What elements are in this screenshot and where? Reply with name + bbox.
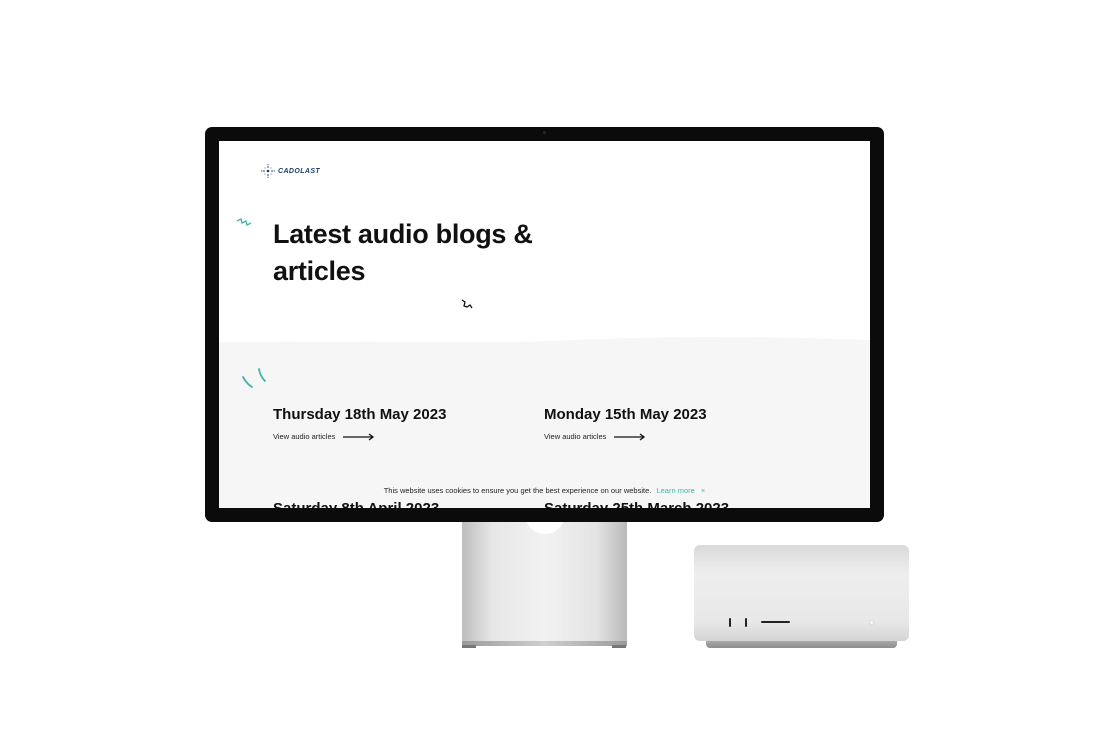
power-led-icon xyxy=(870,621,873,624)
logo-text: CADOLAST xyxy=(278,167,321,175)
cookie-banner: This website uses cookies to ensure you … xyxy=(219,486,870,495)
link-label: View audio articles xyxy=(544,432,607,441)
site-logo[interactable]: CADOLAST xyxy=(261,164,320,178)
mac-studio xyxy=(694,545,909,641)
article-date[interactable]: Saturday 25th March 2023 xyxy=(544,500,729,508)
article-date: Monday 15th May 2023 xyxy=(544,406,707,423)
arrow-right-icon xyxy=(343,432,375,441)
logo-mark-icon xyxy=(261,164,275,178)
usb-c-port-icon xyxy=(729,618,731,627)
squiggle-decoration-icon xyxy=(236,218,252,226)
arrow-right-icon xyxy=(614,432,646,441)
close-icon[interactable]: × xyxy=(701,486,705,495)
monitor: CADOLAST Latest audio blogs & articles T… xyxy=(205,127,884,522)
view-audio-articles-link[interactable]: View audio articles xyxy=(273,432,446,441)
learn-more-link[interactable]: Learn more xyxy=(656,486,694,495)
link-label: View audio articles xyxy=(273,432,336,441)
usb-c-port-icon xyxy=(745,618,747,627)
monitor-stand xyxy=(462,520,627,646)
stand-foot-right xyxy=(612,645,626,648)
cookie-message: This website uses cookies to ensure you … xyxy=(383,486,652,495)
squiggle-decoration-icon xyxy=(461,299,473,309)
sparkle-decoration-icon xyxy=(242,368,266,388)
camera-icon xyxy=(543,131,546,134)
stand-foot-left xyxy=(462,645,476,648)
sd-card-slot-icon xyxy=(761,621,790,623)
page-title: Latest audio blogs & articles xyxy=(273,219,533,286)
article-date-card[interactable]: Thursday 18th May 2023 View audio articl… xyxy=(273,406,446,441)
article-date[interactable]: Saturday 8th April 2023 xyxy=(273,500,439,508)
view-audio-articles-link[interactable]: View audio articles xyxy=(544,432,707,441)
article-date: Thursday 18th May 2023 xyxy=(273,406,447,423)
article-date-card[interactable]: Monday 15th May 2023 View audio articles xyxy=(544,406,707,441)
website-screen: CADOLAST Latest audio blogs & articles T… xyxy=(219,141,870,508)
